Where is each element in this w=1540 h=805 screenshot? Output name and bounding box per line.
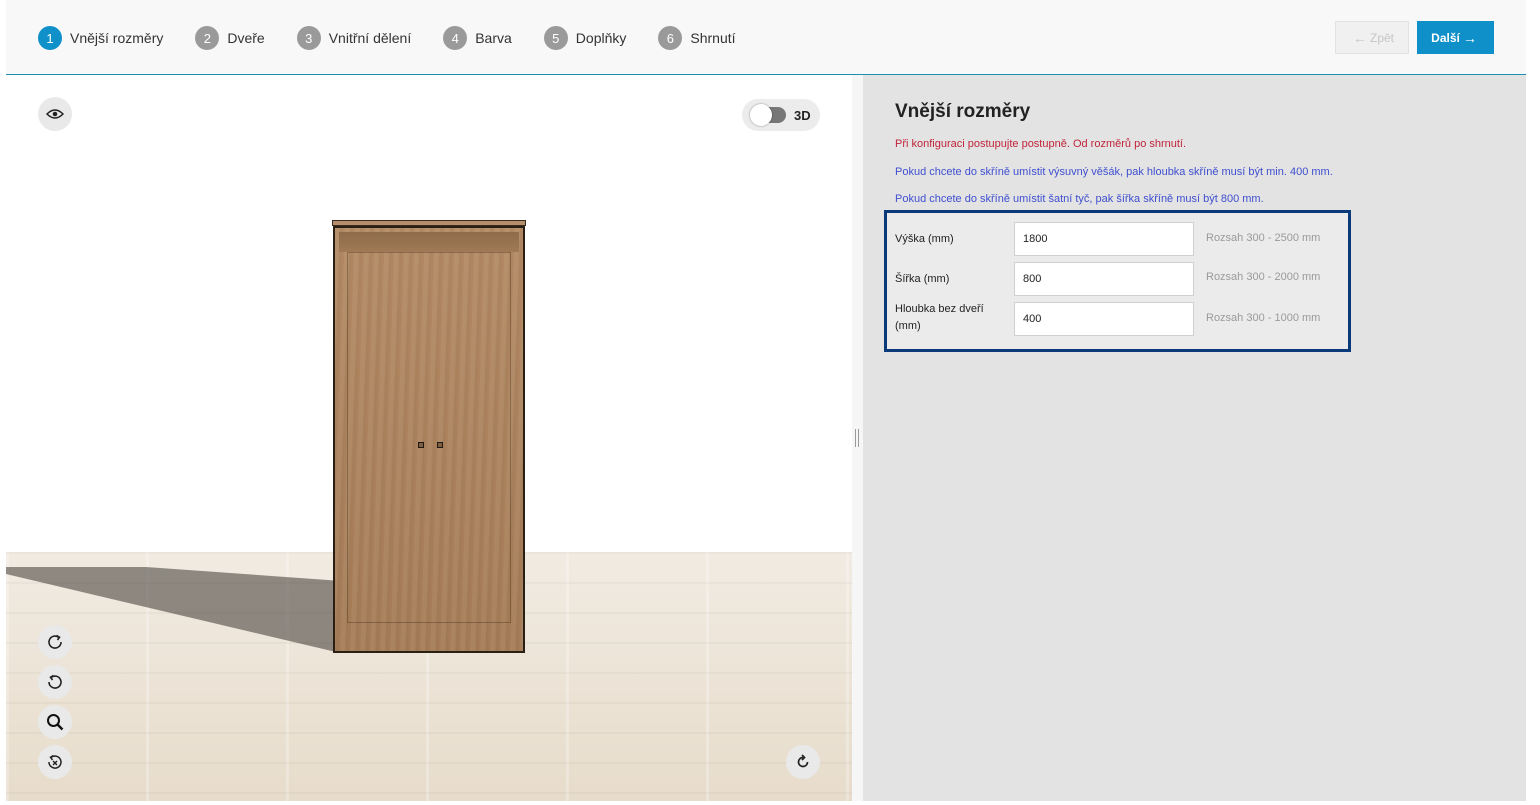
step-accessories[interactable]: 5 Doplňky — [543, 26, 627, 50]
panel-title: Vnější rozměry — [895, 101, 1031, 122]
height-label: Výška (mm) — [895, 233, 954, 245]
reset-rotation-button[interactable] — [38, 745, 72, 779]
step-label: Doplňky — [575, 30, 627, 46]
toggle-label: 3D — [794, 107, 811, 123]
next-button[interactable]: Další → — [1417, 21, 1494, 54]
step-number: 1 — [38, 26, 62, 50]
top-bar: 1 Vnější rozměry 2 Dveře 3 Vnitřní dělen… — [6, 0, 1526, 75]
door-handle-right — [437, 442, 443, 448]
wardrobe-viewer[interactable]: 3D — [6, 75, 852, 801]
refresh-icon — [797, 754, 809, 768]
dimensions-form: Výška (mm) Rozsah 300 - 2500 mm Šířka (m… — [884, 210, 1351, 352]
info-message-hanger: Pokud chcete do skříně umístit výsuvný v… — [895, 166, 1333, 178]
toggle-knob — [750, 104, 772, 126]
wardrobe-door-panel — [347, 252, 511, 623]
step-number: 4 — [443, 26, 468, 50]
height-row: Výška (mm) Rozsah 300 - 2500 mm — [895, 222, 1345, 256]
step-number: 5 — [543, 26, 568, 50]
depth-row: Hloubka bez dveří (mm) Rozsah 300 - 1000… — [895, 302, 1345, 336]
config-panel: Vnější rozměry Při konfiguraci postupujt… — [863, 75, 1526, 801]
width-row: Šířka (mm) Rozsah 300 - 2000 mm — [895, 262, 1345, 296]
instruction-message: Při konfiguraci postupujte postupně. Od … — [895, 138, 1187, 150]
step-outer-dimensions[interactable]: 1 Vnější rozměry — [38, 26, 163, 50]
search-icon — [47, 714, 64, 731]
depth-label: Hloubka bez dveří (mm) — [895, 303, 984, 332]
step-label: Shrnutí — [690, 30, 736, 46]
step-number: 3 — [296, 26, 321, 50]
visibility-button[interactable] — [38, 97, 72, 131]
arrow-right-icon: → — [1462, 29, 1477, 46]
rotate-ccw-icon — [48, 674, 62, 689]
next-button-label: Další — [1431, 30, 1460, 45]
rotate-cw-icon — [48, 634, 62, 649]
reset-view-button[interactable] — [786, 745, 820, 779]
panel-divider[interactable] — [852, 75, 863, 801]
width-input[interactable] — [1014, 262, 1194, 296]
depth-range: Rozsah 300 - 1000 mm — [1206, 312, 1321, 324]
step-label: Vnitřní dělení — [328, 30, 412, 46]
rotate-right-button[interactable] — [38, 625, 72, 659]
height-input[interactable] — [1014, 222, 1194, 256]
eye-icon — [46, 109, 64, 119]
step-label: Vnější rozměry — [70, 30, 164, 46]
step-inner-division[interactable]: 3 Vnitřní dělení — [296, 26, 412, 50]
wardrobe-bevel — [339, 232, 519, 252]
rotate-left-button[interactable] — [38, 665, 72, 699]
info-message-rod: Pokud chcete do skříně umístit šatní tyč… — [895, 193, 1264, 205]
reset-rotate-icon — [48, 754, 62, 769]
step-label: Dveře — [227, 30, 265, 46]
3d-toggle[interactable]: 3D — [742, 99, 820, 131]
depth-input[interactable] — [1014, 302, 1194, 336]
drag-handle-icon[interactable] — [855, 429, 859, 447]
toggle-track — [750, 104, 786, 126]
wardrobe-model — [332, 220, 526, 653]
step-number: 2 — [195, 26, 220, 50]
zoom-button[interactable] — [38, 705, 72, 739]
step-color[interactable]: 4 Barva — [443, 26, 512, 50]
door-handle-left — [418, 442, 424, 448]
width-range: Rozsah 300 - 2000 mm — [1206, 271, 1321, 283]
back-button-label: Zpět — [1369, 30, 1394, 45]
arrow-left-icon: ← — [1352, 29, 1367, 46]
step-summary[interactable]: 6 Shrnutí — [658, 26, 736, 50]
step-label: Barva — [475, 30, 512, 46]
back-button[interactable]: ← Zpět — [1335, 21, 1409, 54]
height-range: Rozsah 300 - 2500 mm — [1206, 232, 1321, 244]
step-number: 6 — [658, 26, 683, 50]
wardrobe-body — [333, 226, 525, 653]
step-doors[interactable]: 2 Dveře — [195, 26, 265, 50]
width-label: Šířka (mm) — [895, 273, 950, 285]
step-navigation: 1 Vnější rozměry 2 Dveře 3 Vnitřní dělen… — [38, 26, 768, 50]
